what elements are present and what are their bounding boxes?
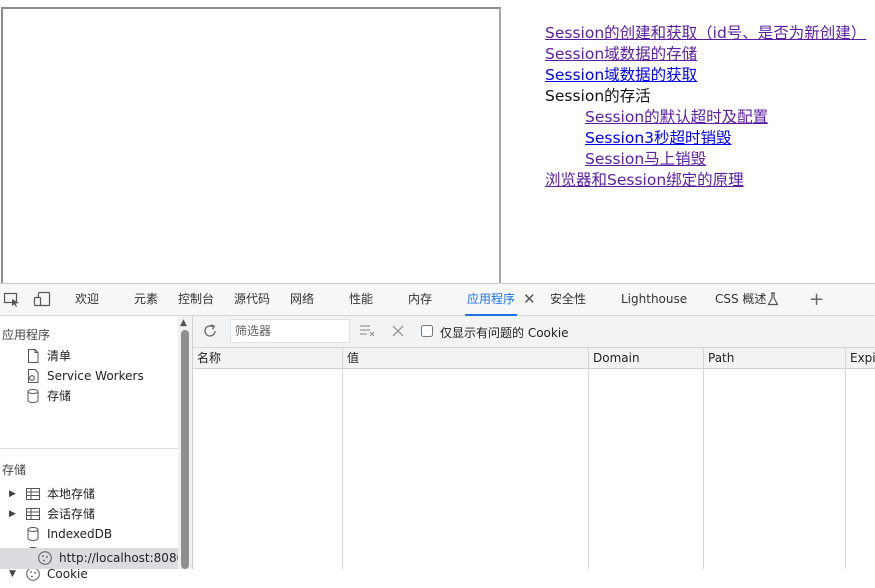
sidebar-item-label: 存储 <box>47 389 72 403</box>
clear-filtered-icon[interactable] <box>359 324 377 338</box>
sidebar-item-session-storage[interactable]: ▶ 会话存储 <box>9 504 169 524</box>
column-header-domain[interactable]: Domain <box>589 348 640 368</box>
tab-application[interactable]: 应用程序 <box>464 284 518 316</box>
tab-memory[interactable]: 内存 <box>408 284 432 315</box>
tab-elements[interactable]: 元素 <box>134 284 158 315</box>
sidebar-section-storage: 存储 <box>2 463 27 477</box>
only-issues-checkbox[interactable] <box>421 325 433 337</box>
sidebar-item-local-storage[interactable]: ▶ 本地存储 <box>9 484 169 504</box>
devtools-tabbar: 欢迎 元素 控制台 源代码 网络 性能 内存 应用程序 ✕ 安全性 Lighth… <box>0 284 875 316</box>
table-grid-icon <box>25 486 41 502</box>
link-session-3s-timeout[interactable]: Session3秒超时销毁 <box>585 129 732 147</box>
sidebar-item-label: 本地存储 <box>47 487 96 501</box>
device-emulation-icon[interactable] <box>33 291 51 307</box>
more-tabs-add-icon[interactable]: + <box>809 284 824 315</box>
tab-security[interactable]: 安全性 <box>550 284 586 315</box>
column-header-value[interactable]: 值 <box>343 348 359 368</box>
sidebar-item-label: IndexedDB <box>47 527 113 541</box>
sidebar-item-label: 会话存储 <box>47 507 96 521</box>
column-divider[interactable] <box>342 348 343 569</box>
column-divider[interactable] <box>703 348 704 569</box>
expand-triangle-icon[interactable]: ▶ <box>9 484 16 504</box>
tab-welcome[interactable]: 欢迎 <box>75 284 99 315</box>
sidebar-item-label: Service Workers <box>47 369 144 383</box>
devtools-panel: 欢迎 元素 控制台 源代码 网络 性能 内存 应用程序 ✕ 安全性 Lighth… <box>0 283 875 581</box>
tab-network[interactable]: 网络 <box>290 284 314 315</box>
tab-lighthouse[interactable]: Lighthouse <box>621 284 687 315</box>
sidebar-divider <box>0 448 178 449</box>
link-row: 浏览器和Session绑定的原理 <box>545 170 866 191</box>
refresh-icon[interactable] <box>201 322 219 340</box>
filter-input[interactable] <box>230 319 350 343</box>
sidebar-scrollbar-thumb[interactable] <box>181 330 189 569</box>
database-icon <box>25 388 41 404</box>
link-row: Session域数据的获取 <box>545 65 866 86</box>
cookie-origin-label: http://localhost:8080 <box>59 551 185 565</box>
link-session-invalidate-now[interactable]: Session马上销毁 <box>585 150 706 168</box>
cookies-table: 名称 值 Domain Path Expir <box>193 348 875 569</box>
section-session-alive: Session的存活 <box>545 87 651 105</box>
column-header-path[interactable]: Path <box>704 348 734 368</box>
sidebar-section-application: 应用程序 <box>2 328 51 342</box>
column-header-name[interactable]: 名称 <box>193 348 221 368</box>
section-title-row: Session的存活 <box>545 86 866 107</box>
column-header-expires[interactable]: Expir <box>846 348 875 368</box>
delete-all-icon[interactable] <box>391 324 405 338</box>
table-header: 名称 值 Domain Path Expir <box>193 348 875 369</box>
link-browser-session-binding[interactable]: 浏览器和Session绑定的原理 <box>545 171 744 189</box>
link-session-create[interactable]: Session的创建和获取（id号、是否为新创建） <box>545 24 866 42</box>
close-tab-icon[interactable]: ✕ <box>523 284 536 315</box>
column-divider[interactable] <box>845 348 846 569</box>
link-session-default-timeout[interactable]: Session的默认超时及配置 <box>585 108 768 126</box>
link-session-store[interactable]: Session域数据的存储 <box>545 45 697 63</box>
link-session-get[interactable]: Session域数据的获取 <box>545 66 697 84</box>
tab-performance[interactable]: 性能 <box>349 284 373 315</box>
sidebar-item-cookie-origin[interactable]: http://localhost:8080 <box>0 548 184 569</box>
expand-triangle-icon[interactable]: ▶ <box>9 504 16 524</box>
link-row: Session的默认超时及配置 <box>545 107 866 128</box>
sidebar-item-label: 清单 <box>47 349 72 363</box>
experiment-flask-icon <box>767 292 781 308</box>
cookie-icon <box>37 550 53 566</box>
link-row: Session马上销毁 <box>545 149 866 170</box>
only-issues-label: 仅显示有问题的 Cookie <box>440 326 569 340</box>
link-row: Session的创建和获取（id号、是否为新创建） <box>545 23 866 44</box>
embedded-frame <box>1 7 501 283</box>
tab-css-overview[interactable]: CSS 概述 <box>715 284 766 315</box>
database-icon <box>25 526 41 542</box>
inspect-element-icon[interactable] <box>3 291 21 307</box>
tab-console[interactable]: 控制台 <box>178 284 214 315</box>
scroll-up-arrow-icon[interactable]: ▲ <box>180 318 187 328</box>
document-icon <box>25 348 41 364</box>
gear-document-icon <box>25 368 41 384</box>
link-row: Session3秒超时销毁 <box>545 128 866 149</box>
column-divider[interactable] <box>588 348 589 569</box>
link-row: Session域数据的存储 <box>545 44 866 65</box>
table-grid-icon <box>25 506 41 522</box>
cookies-toolbar: 仅显示有问题的 Cookie <box>193 316 875 348</box>
session-demo-links: Session的创建和获取（id号、是否为新创建） Session域数据的存储 … <box>545 23 866 191</box>
tab-sources[interactable]: 源代码 <box>234 284 270 315</box>
application-sidebar: 应用程序 清单 Service Workers 存储 存储 ▶ 本地存储 ▶ 会… <box>0 316 178 581</box>
